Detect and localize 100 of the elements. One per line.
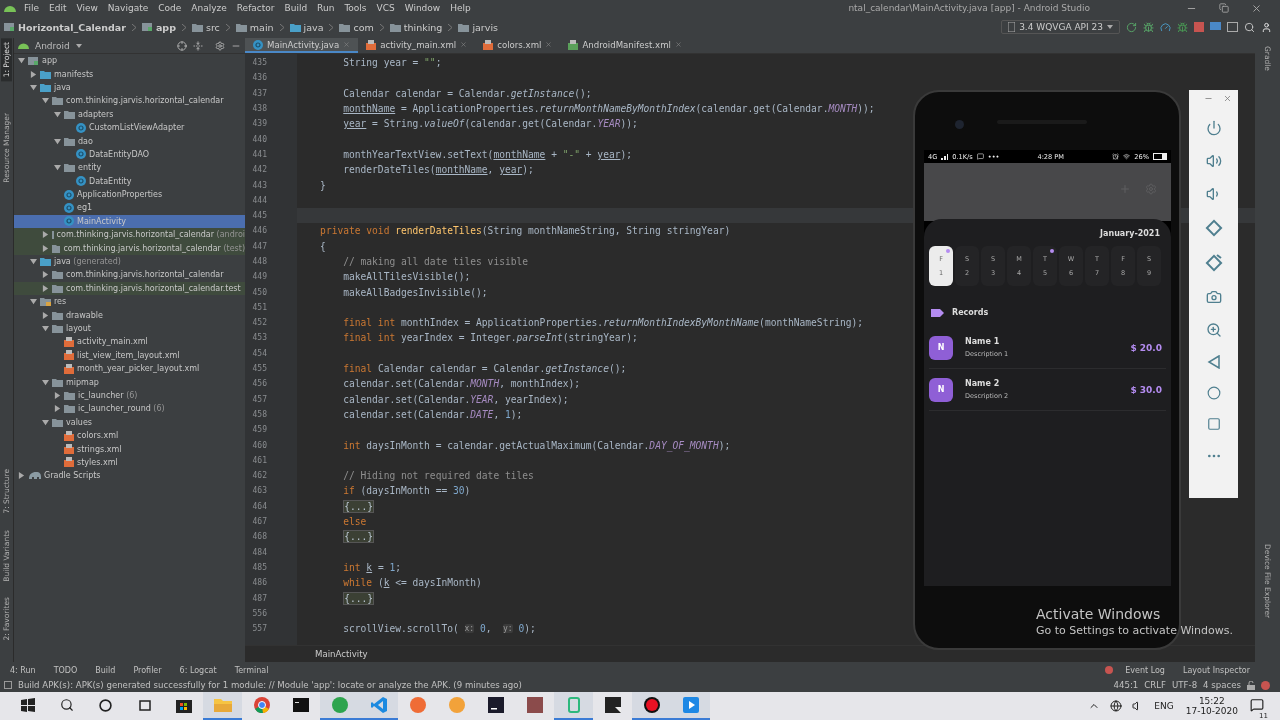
task-view-icon[interactable] [137, 698, 152, 712]
tree-item[interactable]: com.thinking.jarvis.horizontal_calendar.test [14, 281, 245, 296]
menu-item[interactable]: Navigate [105, 3, 151, 13]
collapsed-arrow-icon[interactable] [42, 244, 49, 252]
close-icon[interactable] [1251, 2, 1262, 14]
menu-item[interactable]: Edit [47, 3, 69, 13]
record-icon[interactable] [643, 697, 660, 713]
breadcrumb-item[interactable]: main [235, 21, 274, 33]
tool-window-tab[interactable]: Profiler [127, 665, 168, 675]
editor-tab[interactable]: AndroidManifest.xml [560, 38, 690, 53]
tree-item[interactable]: com.thinking.jarvis.horizontal_calendar [14, 94, 245, 108]
collapsed-arrow-icon[interactable] [42, 231, 49, 239]
zoom-icon[interactable] [1205, 322, 1222, 338]
tree-item[interactable]: values [14, 415, 245, 429]
menu-item[interactable]: Help [448, 3, 473, 13]
overview-icon[interactable] [1206, 417, 1221, 431]
clock-time[interactable]: 15:22 [1198, 696, 1225, 706]
search-icon[interactable] [59, 698, 74, 712]
tree-item[interactable]: DataEntity [14, 174, 245, 188]
tree-item[interactable]: mipmap [14, 375, 245, 389]
notes-icon[interactable] [604, 697, 621, 713]
tree-item[interactable]: adapters [14, 107, 245, 121]
error-icon[interactable] [1261, 680, 1270, 690]
tree-item[interactable]: styles.xml [14, 455, 245, 470]
sdk-manager-icon[interactable] [1210, 22, 1221, 32]
tool-window-tab[interactable]: TODO [47, 665, 84, 675]
tree-item[interactable]: strings.xml [14, 442, 245, 456]
tree-item[interactable]: entity [14, 161, 245, 175]
restore-icon[interactable] [1219, 3, 1229, 13]
menu-item[interactable]: View [74, 3, 100, 13]
crosshair-icon[interactable] [177, 40, 187, 51]
clock-date[interactable]: 17-10-2020 [1185, 706, 1238, 716]
tree-item[interactable]: drawable [14, 308, 245, 322]
menu-item[interactable]: Code [156, 3, 184, 13]
tree-item[interactable]: com.thinking.jarvis.horizontal_calendar (test) [14, 241, 245, 255]
menu-item[interactable]: VCS [374, 3, 397, 13]
tool-window-tab[interactable]: 6: Logcat [173, 665, 223, 675]
layout-inspector-link[interactable]: Layout Inspector [1176, 665, 1256, 675]
collapsed-arrow-icon[interactable] [30, 70, 37, 78]
menu-item[interactable]: Build [282, 3, 310, 13]
expanded-arrow-icon[interactable] [42, 378, 49, 386]
expanded-arrow-icon[interactable] [42, 97, 49, 105]
code-editor-icon[interactable] [370, 697, 387, 713]
expanded-arrow-icon[interactable] [54, 110, 61, 118]
terminal-icon[interactable] [292, 698, 309, 712]
start-icon[interactable] [20, 698, 35, 712]
status-info[interactable]: 4 spaces [1203, 680, 1241, 690]
tree-item[interactable]: java (generated) [14, 254, 245, 269]
network-icon[interactable] [1110, 700, 1123, 712]
tree-item[interactable]: month_year_picker_layout.xml [14, 362, 245, 376]
tree-item[interactable]: list_view_item_layout.xml [14, 348, 245, 362]
close-icon[interactable] [460, 41, 468, 48]
tree-item[interactable]: ic_launcher_round (6) [14, 402, 245, 416]
expanded-arrow-icon[interactable] [42, 325, 49, 332]
app-icon[interactable] [409, 697, 426, 713]
collapsed-arrow-icon[interactable] [42, 271, 49, 279]
expanded-arrow-icon[interactable] [30, 83, 37, 91]
editor-tab[interactable]: activity_main.xml [358, 38, 476, 53]
tree-item[interactable]: ic_launcher (6) [14, 388, 245, 403]
tree-item[interactable]: app [14, 54, 245, 68]
breadcrumb-item[interactable]: src [191, 21, 220, 33]
editor-tab[interactable]: colors.xml [475, 38, 561, 53]
breadcrumb-item[interactable]: thinking [389, 21, 443, 33]
power-icon[interactable] [1205, 120, 1222, 136]
menu-item[interactable]: Run [315, 3, 337, 13]
breadcrumb-item[interactable]: jarvis [458, 21, 498, 33]
menu-item[interactable]: Refactor [234, 3, 277, 13]
breadcrumb-item[interactable]: java [289, 21, 324, 33]
breadcrumb-item[interactable]: app [141, 21, 176, 33]
expanded-arrow-icon[interactable] [54, 164, 61, 172]
browser-icon[interactable] [253, 697, 270, 713]
menu-item[interactable]: Window [402, 3, 443, 13]
expanded-arrow-icon[interactable] [30, 258, 37, 266]
rerun-icon[interactable] [1126, 21, 1137, 33]
tree-item[interactable]: manifests [14, 67, 245, 81]
bug-icon[interactable] [1177, 21, 1188, 33]
device-selector[interactable]: 3.4 WQVGA API 23 [1001, 20, 1120, 34]
expanded-arrow-icon[interactable] [30, 298, 37, 306]
back-icon[interactable] [1206, 355, 1221, 369]
tool-window-tab[interactable]: Terminal [228, 665, 275, 675]
tree-item[interactable]: Gradle Scripts [14, 469, 245, 483]
settings-icon[interactable] [215, 40, 225, 51]
notifications-icon[interactable] [1250, 697, 1264, 712]
collapsed-arrow-icon[interactable] [18, 472, 25, 480]
close-icon[interactable] [674, 41, 682, 48]
tree-item[interactable]: colors.xml [14, 428, 245, 443]
app-icon[interactable] [331, 697, 348, 713]
month-label[interactable]: January-2021 [1100, 229, 1160, 238]
status-info[interactable]: 445:1 [1113, 680, 1139, 690]
tree-item[interactable]: java [14, 80, 245, 95]
cortana-icon[interactable] [99, 698, 112, 712]
volume-up-icon[interactable] [1205, 153, 1222, 169]
project-view-selector[interactable]: Android [35, 40, 70, 51]
collapsed-arrow-icon[interactable] [42, 284, 49, 292]
breadcrumb-item[interactable]: com [339, 21, 374, 33]
menu-item[interactable]: Analyze [189, 3, 229, 13]
home-icon[interactable] [1206, 386, 1221, 400]
tree-item[interactable]: res [14, 295, 245, 309]
tree-item[interactable]: CustomListViewAdapter [14, 120, 245, 135]
close-icon[interactable] [545, 41, 553, 48]
